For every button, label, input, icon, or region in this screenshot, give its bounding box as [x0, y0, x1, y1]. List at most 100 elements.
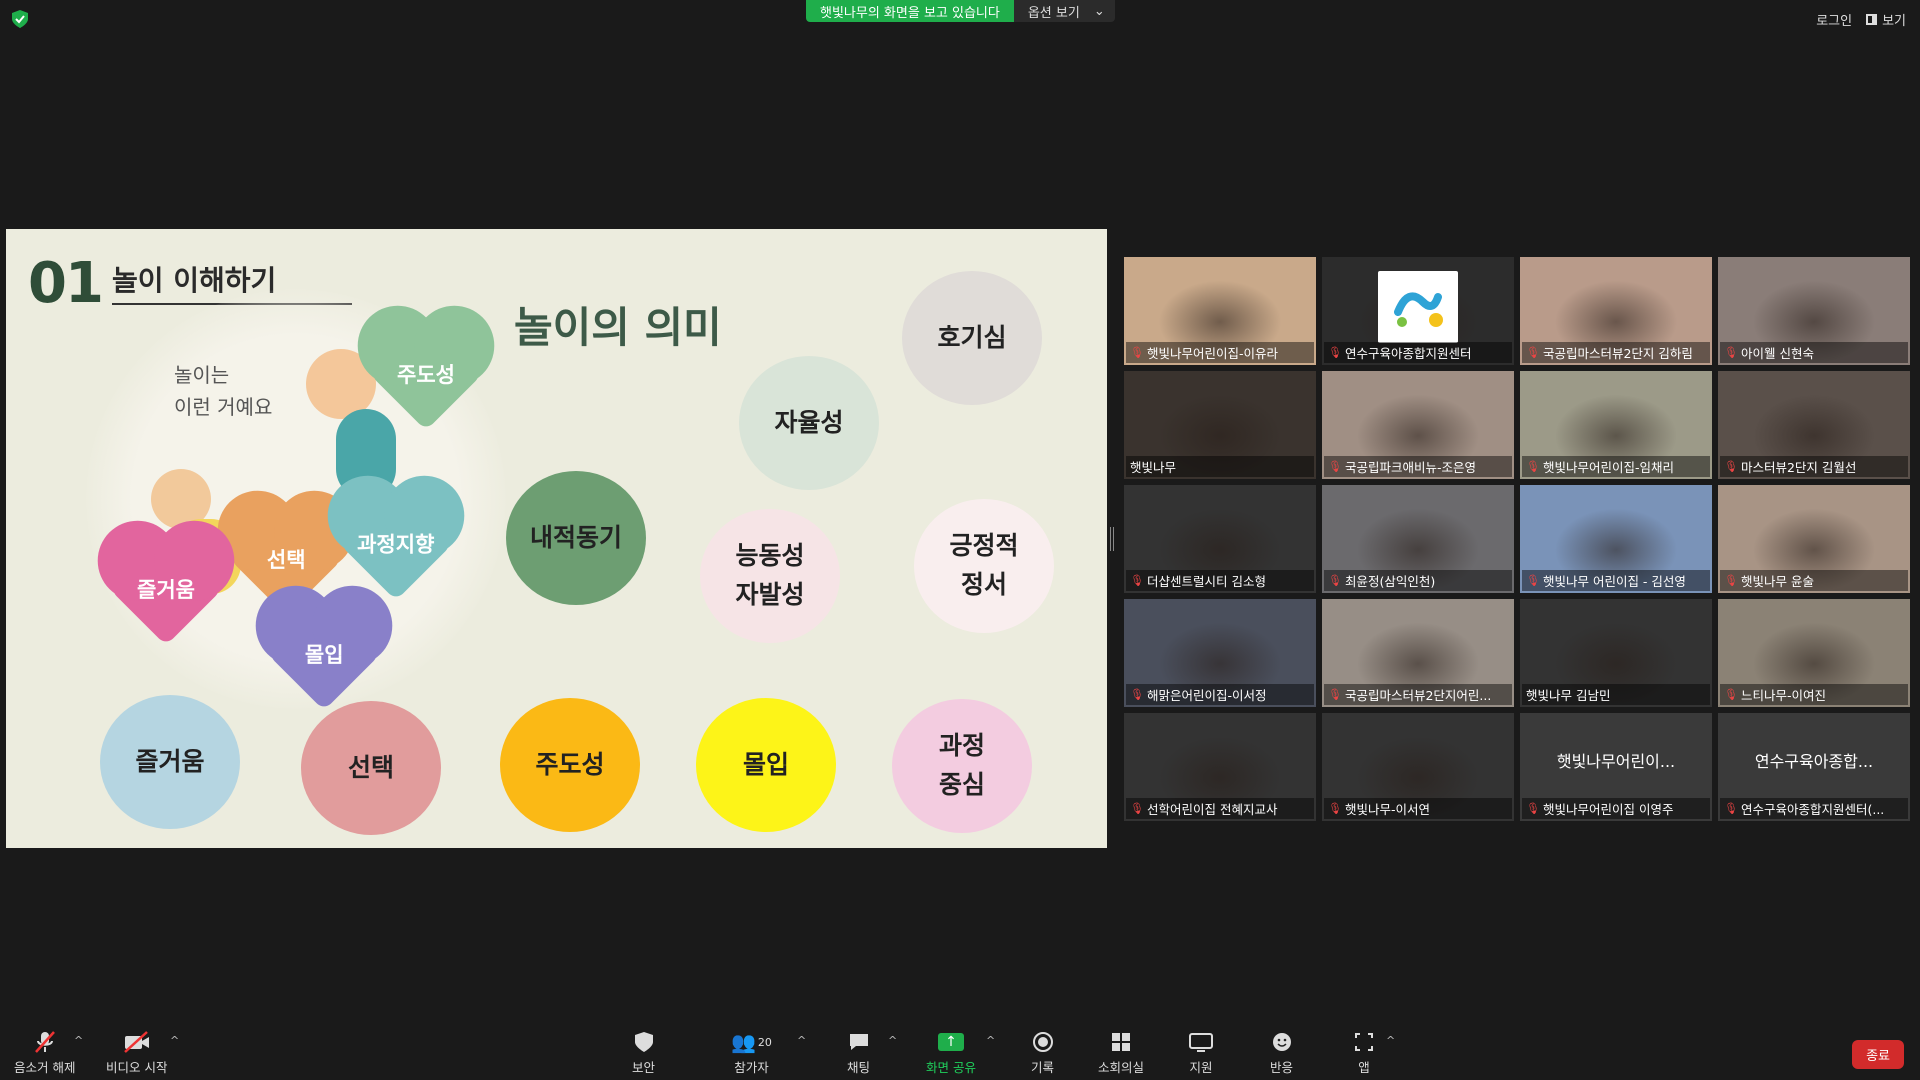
- circle-activeness: 능동성 자발성: [700, 509, 840, 643]
- participant-name: 최윤정(삼익인천): [1344, 574, 1436, 589]
- heart-label: 즐거움: [137, 578, 195, 602]
- participant-tile[interactable]: 연수구육아종합... 🎙 연수구육아종합지원센터(...: [1718, 713, 1910, 821]
- support-button[interactable]: 지원: [1189, 1030, 1213, 1076]
- heart-label: 몰입: [304, 642, 344, 667]
- participant-name: 연수구육아종합지원센터: [1344, 346, 1472, 361]
- slide-title: 놀이의 의미: [514, 303, 722, 352]
- end-meeting-button[interactable]: 종료: [1852, 1040, 1904, 1069]
- apps-icon: [1354, 1030, 1374, 1054]
- reactions-button[interactable]: 반응: [1270, 1030, 1293, 1076]
- unmute-label: 음소거 해제: [14, 1060, 76, 1075]
- participant-tile[interactable]: 🎙 최윤정(삼익인천): [1322, 485, 1514, 593]
- chat-options-caret[interactable]: ^: [888, 1034, 897, 1047]
- mic-muted-icon: 🎙: [1526, 460, 1540, 473]
- mic-muted-icon: 🎙: [1526, 802, 1540, 815]
- illustration-caption-line: 놀이는: [174, 363, 230, 387]
- participant-name: 마스터뷰2단지 김월선: [1740, 460, 1857, 475]
- illustration-caption: 놀이는 이런 거예요: [174, 359, 272, 423]
- participant-tile[interactable]: 햇빛나무 김남민: [1520, 599, 1712, 707]
- participant-name: 햇빛나무 어린이집 - 김선영: [1542, 574, 1686, 589]
- audio-options-caret[interactable]: ^: [74, 1034, 83, 1047]
- share-screen-icon: ↑: [937, 1033, 964, 1051]
- participant-tile[interactable]: 🎙 햇빛나무어린이집-이유라: [1124, 257, 1316, 365]
- participant-name-label: 🎙 느티나무-이여진: [1720, 684, 1908, 705]
- mic-muted-icon: 🎙: [1130, 574, 1144, 587]
- participant-tile[interactable]: 🎙 국공립마스터뷰2단지 김하림: [1520, 257, 1712, 365]
- participant-name-label: 햇빛나무: [1126, 456, 1314, 477]
- view-label: 보기: [1882, 14, 1906, 29]
- participant-tile[interactable]: 🎙 연수구육아종합지원센터: [1322, 257, 1514, 365]
- participant-name: 국공립마스터뷰2단지어린...: [1344, 688, 1492, 703]
- view-button[interactable]: 보기: [1866, 10, 1906, 29]
- participant-name: 햇빛나무 김남민: [1526, 688, 1611, 703]
- breakout-rooms-label: 소회의실: [1098, 1060, 1145, 1075]
- share-options-caret[interactable]: ^: [986, 1034, 995, 1047]
- mic-muted-icon: 🎙: [1526, 574, 1540, 587]
- breakout-rooms-icon: [1111, 1030, 1131, 1054]
- participants-button[interactable]: 👥 20 참가자: [731, 1030, 772, 1076]
- participant-tile[interactable]: 🎙 느티나무-이여진: [1718, 599, 1910, 707]
- reactions-icon: [1272, 1030, 1292, 1054]
- login-button[interactable]: 로그인: [1816, 10, 1852, 29]
- mic-muted-icon: 🎙: [1724, 346, 1738, 359]
- participant-tile[interactable]: 🎙 선학어린이집 전혜지교사: [1124, 713, 1316, 821]
- participant-name-label: 🎙 국공립파크애비뉴-조은영: [1324, 456, 1512, 477]
- participant-name-label: 🎙 국공립마스터뷰2단지어린...: [1324, 684, 1512, 705]
- mic-muted-icon: 🎙: [1526, 346, 1540, 359]
- security-button[interactable]: 보안: [632, 1030, 655, 1076]
- apps-label: 앱: [1358, 1060, 1370, 1075]
- encryption-shield-icon[interactable]: [12, 10, 28, 28]
- start-video-button[interactable]: 비디오 시작: [106, 1030, 167, 1076]
- participant-name: 더샵센트럴시티 김소형: [1146, 574, 1266, 589]
- mic-muted-icon: 🎙: [1328, 688, 1342, 701]
- start-video-label: 비디오 시작: [106, 1060, 168, 1075]
- top-right-controls: 로그인 보기: [1816, 10, 1906, 29]
- circle-immersion: 몰입: [696, 698, 836, 832]
- panel-resize-handle[interactable]: [1110, 527, 1114, 551]
- participant-tile[interactable]: 🎙 국공립마스터뷰2단지어린...: [1322, 599, 1514, 707]
- participant-tile[interactable]: 🎙 햇빛나무-이서연: [1322, 713, 1514, 821]
- participant-count: 20: [757, 1035, 772, 1049]
- participant-name: 아이웰 신현숙: [1740, 346, 1814, 361]
- breakout-rooms-button[interactable]: 소회의실: [1098, 1030, 1144, 1076]
- organization-logo: [1378, 271, 1458, 343]
- participants-icon: 👥: [731, 1030, 756, 1054]
- participants-options-caret[interactable]: ^: [797, 1034, 806, 1047]
- participant-tile[interactable]: 🎙 마스터뷰2단지 김월선: [1718, 371, 1910, 479]
- participant-name: 햇빛나무어린이집 이영주: [1542, 802, 1674, 817]
- participants-icon-group: 👥 20: [731, 1030, 772, 1054]
- participant-tile[interactable]: 🎙 아이웰 신현숙: [1718, 257, 1910, 365]
- support-label: 지원: [1189, 1060, 1213, 1075]
- participant-tile[interactable]: 🎙 해맑은어린이집-이서정: [1124, 599, 1316, 707]
- participant-tile[interactable]: 🎙 더샵센트럴시티 김소형: [1124, 485, 1316, 593]
- participant-tile[interactable]: 햇빛나무: [1124, 371, 1316, 479]
- participant-name-label: 🎙 연수구육아종합지원센터(...: [1720, 798, 1908, 819]
- participant-name: 햇빛나무 윤술: [1740, 574, 1814, 589]
- circle-choice: 선택: [301, 701, 441, 835]
- support-icon: [1189, 1030, 1213, 1054]
- heart-label: 주도성: [397, 363, 455, 387]
- participant-name-label: 🎙 해맑은어린이집-이서정: [1126, 684, 1314, 705]
- view-options-button[interactable]: 옵션 보기 ⌄: [1013, 0, 1115, 22]
- participant-tile[interactable]: 🎙 국공립파크애비뉴-조은영: [1322, 371, 1514, 479]
- participant-tile[interactable]: 🎙 햇빛나무 윤술: [1718, 485, 1910, 593]
- chat-button[interactable]: 채팅: [847, 1030, 870, 1076]
- participant-tile[interactable]: 햇빛나무어린이... 🎙 햇빛나무어린이집 이영주: [1520, 713, 1712, 821]
- illustration-caption-line: 이런 거예요: [174, 395, 273, 419]
- apps-button[interactable]: 앱: [1354, 1030, 1374, 1076]
- video-options-caret[interactable]: ^: [170, 1034, 179, 1047]
- shared-screen[interactable]: 01 놀이 이해하기 놀이의 의미 놀이는 이런 거예요 주도성 선택 과정지향…: [6, 229, 1107, 848]
- participants-label: 참가자: [734, 1060, 769, 1075]
- participant-tile[interactable]: 🎙 햇빛나무어린이집-임채리: [1520, 371, 1712, 479]
- participant-tile[interactable]: 🎙 햇빛나무 어린이집 - 김선영: [1520, 485, 1712, 593]
- security-label: 보안: [632, 1060, 656, 1075]
- participant-name: 국공립파크애비뉴-조은영: [1344, 460, 1476, 475]
- unmute-button[interactable]: 음소거 해제: [14, 1030, 75, 1076]
- heart-label: 과정지향: [357, 533, 435, 557]
- apps-options-caret[interactable]: ^: [1386, 1034, 1395, 1047]
- share-screen-button[interactable]: ↑ 화면 공유: [926, 1030, 976, 1076]
- record-button[interactable]: 기록: [1031, 1030, 1054, 1076]
- participant-name-label: 🎙 마스터뷰2단지 김월선: [1720, 456, 1908, 477]
- participant-name-label: 🎙 아이웰 신현숙: [1720, 342, 1908, 363]
- mic-muted-icon: 🎙: [1328, 574, 1342, 587]
